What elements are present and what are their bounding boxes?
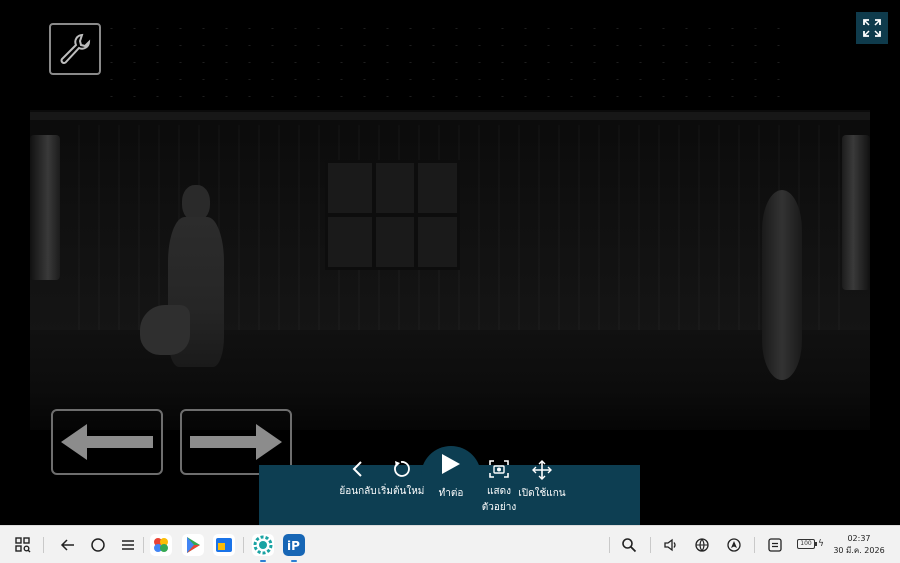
restart-label: เริ่มต้นใหม่ <box>377 486 425 497</box>
battery-icon: 100 <box>797 539 815 549</box>
ip-app-icon[interactable]: iP <box>283 534 305 556</box>
play-icon <box>442 454 460 474</box>
move-left-button[interactable] <box>51 409 163 475</box>
oval-door <box>762 190 802 380</box>
enable-axis-button[interactable]: เปิดใช้แกน <box>518 460 566 502</box>
scene-window <box>325 160 460 270</box>
clock-time: 02:37 <box>847 534 871 543</box>
location-icon[interactable] <box>723 534 745 556</box>
wrench-icon <box>60 33 91 64</box>
taskbar-divider <box>143 537 144 553</box>
fullscreen-button[interactable] <box>856 12 888 44</box>
ceiling <box>30 112 870 120</box>
starfield <box>100 20 800 110</box>
clock[interactable]: 02:37 30 มี.ค. 2026 <box>832 533 886 557</box>
enable-axis-label: เปิดใช้แกน <box>518 488 566 499</box>
taskbar-divider <box>609 537 610 553</box>
app-grid-icon[interactable] <box>12 534 34 556</box>
volume-icon[interactable] <box>660 534 682 556</box>
continue-label: ทำต่อ <box>438 488 464 499</box>
back-icon[interactable] <box>57 534 79 556</box>
taskbar-divider <box>650 537 651 553</box>
gear-app-icon[interactable] <box>252 534 274 556</box>
home-icon[interactable] <box>87 534 109 556</box>
continue-button[interactable]: ทำต่อ <box>431 452 471 502</box>
running-indicator <box>291 560 297 562</box>
settings-wrench-button[interactable] <box>49 23 101 75</box>
restart-icon <box>394 461 410 477</box>
game-viewport[interactable]: ย้อนกลับ เริ่มต้นใหม่ ทำต่อ แสดง ตัวอย่า… <box>0 0 900 525</box>
back-label: ย้อนกลับ <box>339 486 377 497</box>
svg-text:iP: iP <box>287 539 300 553</box>
play-store-icon[interactable] <box>182 534 204 556</box>
notes-icon[interactable] <box>764 534 786 556</box>
arrow-right-icon <box>190 424 282 460</box>
taskbar-divider <box>754 537 755 553</box>
restart-button[interactable]: เริ่มต้นใหม่ <box>377 460 425 500</box>
chevron-left-icon <box>352 461 362 477</box>
menu-icon[interactable] <box>117 534 139 556</box>
fullscreen-icon <box>863 19 881 37</box>
arrow-left-icon <box>61 424 153 460</box>
photos-icon[interactable] <box>150 534 172 556</box>
running-indicator <box>260 560 266 562</box>
pillar-left <box>30 135 60 280</box>
ghost-character <box>140 185 230 375</box>
screenshot-camera-icon <box>489 460 509 478</box>
taskbar-divider <box>43 537 44 553</box>
move-axes-icon <box>532 460 552 480</box>
search-icon[interactable] <box>618 534 640 556</box>
clock-date: 30 มี.ค. 2026 <box>833 546 885 555</box>
charging-icon: ϟ <box>818 539 824 549</box>
taskbar: iP 100 ϟ 02:37 30 มี.ค. 2026 <box>0 525 900 563</box>
back-button[interactable]: ย้อนกลับ <box>339 460 377 500</box>
show-preview-label: แสดง ตัวอย่าง <box>481 486 517 513</box>
app-icon[interactable] <box>213 534 235 556</box>
pillar-right <box>842 135 870 290</box>
battery-nub <box>815 542 817 546</box>
show-preview-button[interactable]: แสดง ตัวอย่าง <box>482 460 516 516</box>
taskbar-divider <box>243 537 244 553</box>
network-icon[interactable] <box>691 534 713 556</box>
